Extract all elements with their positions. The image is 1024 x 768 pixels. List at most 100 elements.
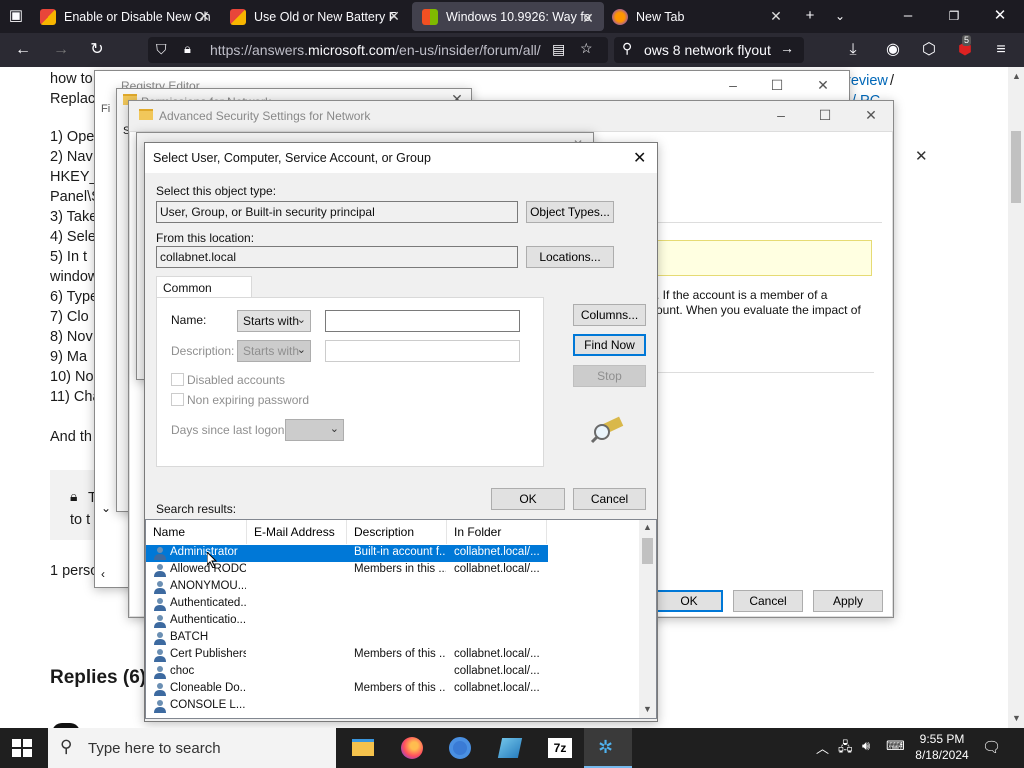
columns-button[interactable]: Columns... [573, 304, 646, 326]
ublock-extension-icon[interactable]: ⬢ 5 [952, 35, 978, 62]
name-operator-select[interactable]: Starts with ⌄ [237, 310, 311, 332]
page-scrollbar[interactable]: ▲ ▼ [1008, 67, 1024, 728]
notifications-icon[interactable]: 🗨︎ [982, 738, 1001, 756]
scrollbar-thumb[interactable] [642, 538, 653, 564]
firefox-taskbar-icon[interactable] [388, 728, 436, 768]
reload-icon[interactable]: ↻ [84, 38, 110, 62]
chrome-taskbar-icon[interactable] [436, 728, 484, 768]
object-types-button[interactable]: Object Types... [526, 201, 614, 223]
name-input[interactable] [325, 310, 520, 332]
scroll-down-icon[interactable]: ▼ [1012, 713, 1021, 723]
cancel-button[interactable]: Cancel [733, 590, 803, 612]
table-row[interactable]: Authenticatio... [146, 613, 548, 630]
maximize-icon[interactable]: ☐ [767, 77, 787, 95]
browser-tab-2[interactable]: Use Old or New Battery F ✕ [220, 0, 410, 33]
scrollbar-thumb[interactable] [1011, 131, 1021, 203]
taskbar-search-box[interactable]: ⚲ Type here to search [48, 728, 336, 768]
lock-icon[interactable]: 🔒︎ [184, 41, 191, 57]
column-header-email[interactable]: E-Mail Address [247, 520, 347, 544]
maximize-icon[interactable]: ☐ [815, 107, 835, 125]
table-row[interactable]: ANONYMOU... [146, 579, 548, 596]
close-icon[interactable]: ✕ [915, 147, 928, 165]
table-row[interactable]: BATCH [146, 630, 548, 647]
url-text[interactable]: https://answers.microsoft.com/en-us/insi… [210, 42, 550, 58]
info-text: . If the account is a member of a [656, 288, 828, 302]
search-results-list[interactable]: Name E-Mail Address Description In Folde… [145, 519, 657, 719]
volume-icon[interactable]: 🔊︎ [862, 738, 870, 754]
minimize-icon[interactable]: – [771, 107, 791, 125]
scroll-down-icon[interactable]: ▼ [643, 704, 652, 714]
file-explorer-taskbar-icon[interactable] [338, 728, 386, 768]
go-arrow-icon[interactable]: → [780, 40, 794, 56]
extensions-icon[interactable]: ⬡ [916, 38, 942, 62]
apply-button[interactable]: Apply [813, 590, 883, 612]
close-tab-icon[interactable]: ✕ [580, 10, 596, 26]
network-icon[interactable]: 🖧︎ [838, 738, 853, 760]
reader-view-icon[interactable]: ▤ [552, 41, 565, 58]
forward-arrow-icon[interactable]: → [48, 38, 74, 62]
object-type-label: Select this object type: [156, 184, 277, 198]
menu-file[interactable]: Fi [101, 103, 110, 115]
account-icon[interactable]: ◉ [880, 38, 906, 62]
scroll-up-icon[interactable]: ▲ [1012, 71, 1021, 81]
non-expiring-checkbox[interactable] [171, 393, 184, 406]
show-hidden-icons-chevron-icon[interactable]: ︿ [816, 738, 829, 757]
hamburger-menu-icon[interactable]: ≡ [988, 38, 1014, 62]
browser-tab-3[interactable]: Windows 10.9926: Way fo ✕ [412, 2, 604, 31]
results-scrollbar[interactable]: ▲ ▼ [639, 520, 656, 718]
downloads-icon[interactable]: ⤓ [840, 38, 866, 62]
breadcrumb-link[interactable]: review [846, 73, 888, 89]
taskbar-clock[interactable]: 9:55 PM 8/18/2024 [912, 732, 972, 762]
close-icon[interactable]: ✕ [633, 148, 646, 168]
find-now-button[interactable]: Find Now [573, 334, 646, 356]
browser-tab-4[interactable]: New Tab ✕ [602, 0, 792, 33]
windows-start-icon[interactable] [12, 739, 32, 757]
tab-list-icon[interactable]: ▣ [4, 5, 28, 27]
scroll-down-icon[interactable]: ⌄ [101, 501, 111, 515]
table-row[interactable]: choc collabnet.local/... [146, 664, 548, 681]
table-row[interactable]: Cloneable Do... Members of this ... collab… [146, 681, 548, 698]
browser-tab-1[interactable]: Enable or Disable New Ch ✕ [30, 0, 220, 33]
tab-common-queries[interactable]: Common Queries [156, 276, 252, 309]
url-bar[interactable]: ⛉ 🔒︎ https://answers.microsoft.com/en-us… [148, 37, 608, 63]
search-bar[interactable]: ⚲ ows 8 network flyout → [614, 37, 804, 63]
tab-overflow-chevron-icon[interactable]: ⌄ [828, 5, 852, 27]
close-tab-icon[interactable]: ✕ [386, 8, 402, 24]
user-icon [153, 665, 167, 679]
restore-window-icon[interactable]: ❐ [942, 5, 966, 27]
dialog-ok-button[interactable]: OK [491, 488, 565, 510]
table-row[interactable]: CONSOLE L... [146, 698, 548, 715]
minimize-icon[interactable]: – [723, 77, 743, 95]
column-header-name[interactable]: Name [146, 520, 247, 544]
table-row[interactable]: Authenticated... [146, 596, 548, 613]
locations-button[interactable]: Locations... [526, 246, 614, 268]
close-icon[interactable]: ✕ [861, 107, 881, 125]
close-tab-icon[interactable]: ✕ [196, 8, 212, 24]
column-header-description[interactable]: Description [347, 520, 447, 544]
close-window-icon[interactable]: ✕ [988, 5, 1012, 27]
scroll-left-icon[interactable]: ‹ [101, 567, 105, 581]
scroll-up-icon[interactable]: ▲ [643, 522, 652, 532]
tracking-shield-icon[interactable]: ⛉ [156, 41, 167, 58]
dialog-cancel-button[interactable]: Cancel [573, 488, 646, 510]
ok-button[interactable]: OK [655, 590, 723, 612]
days-since-logon-select[interactable]: ⌄ [285, 419, 344, 441]
new-tab-icon[interactable]: + [798, 5, 822, 27]
bookmark-star-icon[interactable]: ☆ [580, 40, 593, 57]
back-arrow-icon[interactable]: ← [10, 38, 36, 62]
regedit-taskbar-icon[interactable] [486, 728, 534, 768]
search-input[interactable]: ows 8 network flyout [644, 42, 771, 58]
column-header-in-folder[interactable]: In Folder [447, 520, 547, 544]
description-operator-select[interactable]: Starts with ⌄ [237, 340, 311, 362]
table-row[interactable]: Cert Publishers Members of this ... collab… [146, 647, 548, 664]
network-tool-taskbar-icon[interactable]: ✲ [584, 728, 632, 768]
disabled-accounts-checkbox[interactable] [171, 373, 184, 386]
user-icon [153, 546, 167, 560]
minimize-window-icon[interactable]: – [896, 5, 920, 27]
stop-button[interactable]: Stop [573, 365, 646, 387]
close-tab-icon[interactable]: ✕ [768, 8, 784, 24]
7zip-taskbar-icon[interactable]: 7z [536, 728, 584, 768]
close-icon[interactable]: ✕ [813, 77, 833, 95]
description-input[interactable] [325, 340, 520, 362]
keyboard-layout-icon[interactable]: ⌨︎ [886, 738, 905, 754]
